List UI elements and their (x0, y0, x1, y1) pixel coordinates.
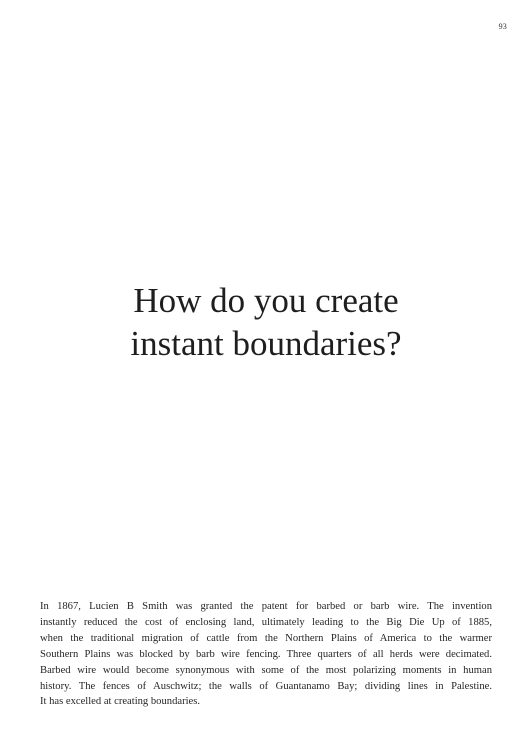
body-line: It has excelled at creating boundaries. (40, 696, 201, 708)
body-line: when the traditional migration of cattle… (40, 632, 492, 644)
headline-line-2: instant boundaries? (130, 324, 402, 363)
body-line: Southern Plains was blocked by barb wire… (40, 648, 492, 660)
body-line: history. The fences of Auschwitz; the wa… (40, 680, 492, 692)
page-number: 93 (498, 22, 507, 31)
body-line: instantly reduced the cost of enclosing … (40, 616, 492, 628)
headline-line-1: How do you create (133, 281, 399, 320)
body-line: In 1867, Lucien B Smith was granted the … (40, 601, 492, 612)
page-headline: How do you create instant boundaries? (0, 279, 532, 365)
body-paragraph: In 1867, Lucien B Smith was granted the … (40, 599, 492, 710)
body-line: Barbed wire would become synonymous with… (40, 664, 492, 676)
